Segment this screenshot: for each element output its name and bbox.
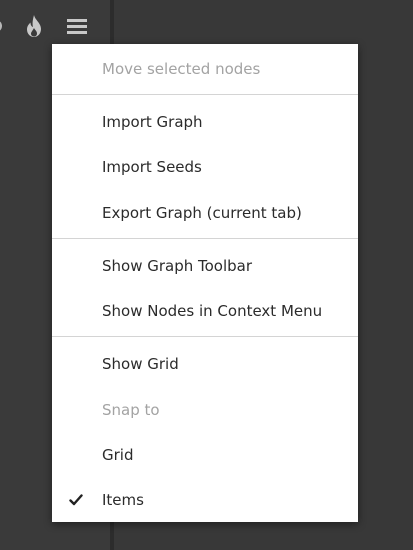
- menu-separator: [52, 336, 358, 337]
- menu-item-label: Show Grid: [102, 355, 179, 373]
- menu-item-label: Import Graph: [102, 113, 203, 131]
- context-menu: Move selected nodes Import Graph Import …: [52, 44, 358, 522]
- app-window: Move selected nodes Import Graph Import …: [0, 0, 413, 550]
- hamburger-menu-icon[interactable]: [62, 12, 92, 40]
- menu-item-snap-items[interactable]: Items: [52, 483, 358, 517]
- menu-item-label: Grid: [102, 446, 134, 464]
- menu-item-label: Show Nodes in Context Menu: [102, 302, 323, 320]
- menu-item-label: Show Graph Toolbar: [102, 257, 253, 275]
- menu-item-label: Snap to: [102, 401, 160, 419]
- partial-icon[interactable]: [0, 12, 8, 40]
- menu-item-show-grid[interactable]: Show Grid: [52, 347, 358, 381]
- flame-icon[interactable]: [22, 12, 46, 40]
- menu-item-import-seeds[interactable]: Import Seeds: [52, 150, 358, 184]
- menu-item-label: Export Graph (current tab): [102, 204, 302, 222]
- menu-item-label: Items: [102, 491, 144, 509]
- menu-separator: [52, 94, 358, 95]
- menu-item-export-graph[interactable]: Export Graph (current tab): [52, 196, 358, 230]
- menu-item-snap-to-header: Snap to: [52, 393, 358, 427]
- menu-item-import-graph[interactable]: Import Graph: [52, 105, 358, 139]
- checkmark-icon: [69, 483, 83, 517]
- menu-item-label: Move selected nodes: [102, 60, 261, 78]
- menu-separator: [52, 238, 358, 239]
- menu-item-move-selected-nodes: Move selected nodes: [52, 52, 358, 86]
- menu-item-show-graph-toolbar[interactable]: Show Graph Toolbar: [52, 249, 358, 283]
- menu-item-label: Import Seeds: [102, 158, 202, 176]
- menu-item-show-nodes-in-context-menu[interactable]: Show Nodes in Context Menu: [52, 294, 358, 328]
- menu-item-snap-grid[interactable]: Grid: [52, 438, 358, 472]
